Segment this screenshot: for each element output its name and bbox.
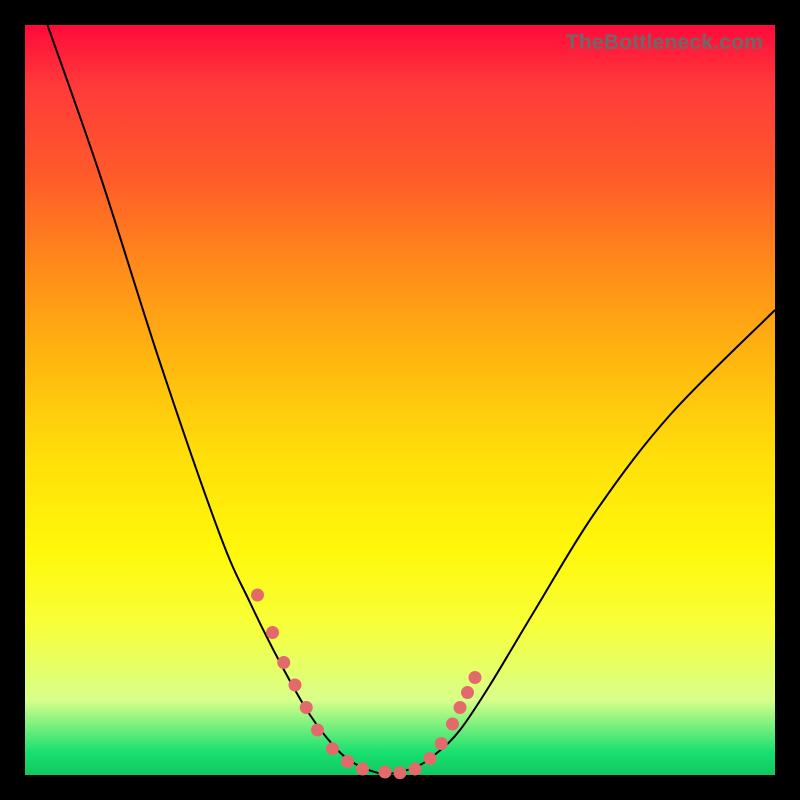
plot-area: TheBottleneck.com — [25, 25, 775, 775]
data-marker — [311, 724, 324, 737]
data-marker — [289, 679, 302, 692]
data-marker — [461, 686, 474, 699]
data-marker — [326, 742, 339, 755]
data-marker — [266, 626, 279, 639]
data-marker — [469, 671, 482, 684]
data-marker — [409, 763, 422, 776]
chart-svg — [25, 25, 775, 775]
data-marker — [356, 763, 369, 776]
data-marker — [251, 589, 264, 602]
curve-right-path — [385, 310, 775, 775]
data-marker — [446, 718, 459, 731]
marker-group — [251, 589, 482, 780]
data-marker — [277, 656, 290, 669]
curve-left-path — [48, 25, 386, 775]
watermark-text: TheBottleneck.com — [566, 31, 763, 55]
data-marker — [379, 766, 392, 779]
data-marker — [424, 752, 437, 765]
data-marker — [394, 766, 407, 779]
data-marker — [300, 701, 313, 714]
data-marker — [341, 755, 354, 768]
chart-container: TheBottleneck.com — [0, 0, 800, 800]
data-marker — [454, 701, 467, 714]
data-marker — [435, 737, 448, 750]
